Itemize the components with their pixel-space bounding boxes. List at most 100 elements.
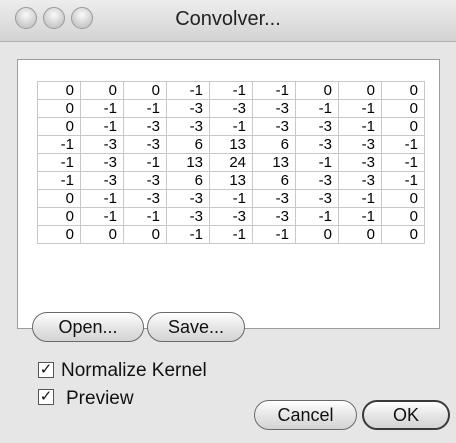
kernel-cell[interactable]: -3 xyxy=(338,153,382,172)
kernel-cell[interactable]: -3 xyxy=(166,99,210,118)
kernel-cell[interactable]: 6 xyxy=(166,135,210,154)
kernel-cell[interactable]: -3 xyxy=(295,135,339,154)
kernel-cell[interactable]: -3 xyxy=(166,207,210,226)
kernel-cell[interactable]: -1 xyxy=(123,99,167,118)
kernel-cell[interactable]: -1 xyxy=(381,171,425,190)
kernel-row: 0 -1 -1 -3 -3 -3 -1 -1 0 xyxy=(37,207,425,226)
kernel-cell[interactable]: 0 xyxy=(123,81,167,100)
kernel-cell[interactable]: -3 xyxy=(123,189,167,208)
kernel-cell[interactable]: -3 xyxy=(252,189,296,208)
kernel-cell[interactable]: -1 xyxy=(80,117,124,136)
kernel-cell[interactable]: -1 xyxy=(338,189,382,208)
kernel-cell[interactable]: -1 xyxy=(80,99,124,118)
kernel-cell[interactable]: -1 xyxy=(123,207,167,226)
kernel-cell[interactable]: -1 xyxy=(295,207,339,226)
kernel-cell[interactable]: 6 xyxy=(166,171,210,190)
kernel-cell[interactable]: -1 xyxy=(252,81,296,100)
kernel-cell[interactable]: -1 xyxy=(252,225,296,244)
kernel-cell[interactable]: -3 xyxy=(123,117,167,136)
ok-button[interactable]: OK xyxy=(362,400,450,430)
kernel-cell[interactable]: -1 xyxy=(209,189,253,208)
kernel-cell[interactable]: 0 xyxy=(295,225,339,244)
kernel-row: 0 0 0 -1 -1 -1 0 0 0 xyxy=(37,81,425,100)
kernel-cell[interactable]: 0 xyxy=(37,207,81,226)
open-button[interactable]: Open... xyxy=(32,312,144,342)
kernel-cell[interactable]: 0 xyxy=(381,189,425,208)
kernel-cell[interactable]: -1 xyxy=(381,135,425,154)
kernel-cell[interactable]: -1 xyxy=(209,81,253,100)
kernel-row: -1 -3 -3 6 13 6 -3 -3 -1 xyxy=(37,135,425,154)
dialog-content: 0 0 0 -1 -1 -1 0 0 0 0 -1 -1 -3 -3 -3 -1 -1 0 0 -1 -3 -3 -1 -3-… xyxy=(0,42,456,443)
kernel-cell[interactable]: -3 xyxy=(338,135,382,154)
kernel-cell[interactable]: -1 xyxy=(209,117,253,136)
kernel-cell[interactable]: 0 xyxy=(37,117,81,136)
kernel-cell[interactable]: -3 xyxy=(295,189,339,208)
kernel-cell[interactable]: 0 xyxy=(338,225,382,244)
kernel-cell[interactable]: 0 xyxy=(381,225,425,244)
kernel-cell[interactable]: -1 xyxy=(80,189,124,208)
window-title: Convolver... xyxy=(175,8,281,30)
kernel-row: 0 -1 -3 -3 -1 -3 -3 -1 0 xyxy=(37,117,425,136)
kernel-cell[interactable]: 0 xyxy=(37,81,81,100)
kernel-cell[interactable]: -3 xyxy=(338,171,382,190)
kernel-row: 0 -1 -1 -3 -3 -3 -1 -1 0 xyxy=(37,99,425,118)
kernel-cell[interactable]: 0 xyxy=(381,207,425,226)
save-button[interactable]: Save... xyxy=(147,312,245,342)
kernel-cell[interactable]: -1 xyxy=(338,117,382,136)
preview-checkbox[interactable]: ✓ xyxy=(38,389,54,405)
kernel-cell[interactable]: 0 xyxy=(37,99,81,118)
kernel-cell[interactable]: 0 xyxy=(381,99,425,118)
kernel-cell[interactable]: -3 xyxy=(252,117,296,136)
kernel-cell[interactable]: -3 xyxy=(123,135,167,154)
title-bar: Convolver... xyxy=(0,0,456,42)
kernel-cell[interactable]: -1 xyxy=(80,207,124,226)
kernel-cell[interactable]: 13 xyxy=(209,135,253,154)
kernel-cell[interactable]: -1 xyxy=(295,99,339,118)
kernel-cell[interactable]: -3 xyxy=(252,207,296,226)
kernel-cell[interactable]: 0 xyxy=(338,81,382,100)
kernel-cell[interactable]: 6 xyxy=(252,135,296,154)
kernel-cell[interactable]: -3 xyxy=(209,99,253,118)
kernel-cell[interactable]: -1 xyxy=(381,153,425,172)
kernel-cell[interactable]: 0 xyxy=(381,117,425,136)
kernel-cell[interactable]: 0 xyxy=(80,225,124,244)
kernel-row: -1 -3 -1 13 24 13 -1 -3 -1 xyxy=(37,153,425,172)
kernel-cell[interactable]: -3 xyxy=(295,171,339,190)
kernel-cell[interactable]: 0 xyxy=(123,225,167,244)
kernel-cell[interactable]: -3 xyxy=(166,189,210,208)
kernel-cell[interactable]: -1 xyxy=(123,153,167,172)
normalize-kernel-checkbox[interactable]: ✓ xyxy=(38,362,54,378)
kernel-cell[interactable]: -1 xyxy=(209,225,253,244)
kernel-cell[interactable]: -1 xyxy=(295,153,339,172)
kernel-cell[interactable]: 0 xyxy=(37,189,81,208)
kernel-cell[interactable]: -3 xyxy=(123,171,167,190)
kernel-cell[interactable]: 24 xyxy=(209,153,253,172)
kernel-cell[interactable]: -3 xyxy=(252,99,296,118)
kernel-cell[interactable]: 13 xyxy=(209,171,253,190)
kernel-panel: 0 0 0 -1 -1 -1 0 0 0 0 -1 -1 -3 -3 -3 -1 -1 0 0 -1 -3 -3 -1 -3-… xyxy=(17,59,440,329)
kernel-cell[interactable]: 0 xyxy=(381,81,425,100)
kernel-cell[interactable]: -3 xyxy=(80,135,124,154)
cancel-button[interactable]: Cancel xyxy=(254,400,357,430)
convolver-dialog: Convolver... 0 0 0 -1 -1 -1 0 0 0 0 -1 -1 -3 -3 -3 -1 -1… xyxy=(0,0,456,443)
kernel-cell[interactable]: 0 xyxy=(295,81,339,100)
kernel-cell[interactable]: -1 xyxy=(166,225,210,244)
kernel-cell[interactable]: 0 xyxy=(80,81,124,100)
kernel-cell[interactable]: -1 xyxy=(166,81,210,100)
kernel-cell[interactable]: -3 xyxy=(80,171,124,190)
kernel-cell[interactable]: -1 xyxy=(338,99,382,118)
kernel-cell[interactable]: -1 xyxy=(37,171,81,190)
kernel-cell[interactable]: -1 xyxy=(37,153,81,172)
kernel-cell[interactable]: 0 xyxy=(37,225,81,244)
kernel-cell[interactable]: -1 xyxy=(37,135,81,154)
kernel-cell[interactable]: -3 xyxy=(209,207,253,226)
kernel-row: -1 -3 -3 6 13 6 -3 -3 -1 xyxy=(37,171,425,190)
preview-label: Preview xyxy=(66,388,134,409)
kernel-cell[interactable]: 6 xyxy=(252,171,296,190)
kernel-cell[interactable]: -3 xyxy=(80,153,124,172)
kernel-cell[interactable]: -1 xyxy=(338,207,382,226)
kernel-cell[interactable]: -3 xyxy=(295,117,339,136)
kernel-cell[interactable]: 13 xyxy=(166,153,210,172)
kernel-cell[interactable]: 13 xyxy=(252,153,296,172)
kernel-cell[interactable]: -3 xyxy=(166,117,210,136)
